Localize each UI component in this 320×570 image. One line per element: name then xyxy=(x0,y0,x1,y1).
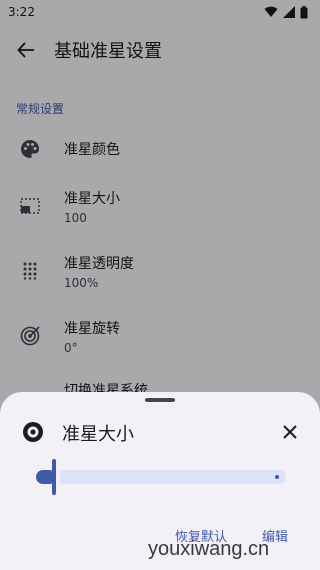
watermark-text: youxiwang.cn xyxy=(148,538,270,560)
slider-stop-indicator xyxy=(275,475,279,479)
slider-thumb[interactable] xyxy=(52,459,56,495)
drag-handle[interactable] xyxy=(145,398,175,402)
target-icon xyxy=(23,422,43,442)
slider-inactive-track xyxy=(60,470,286,484)
close-icon xyxy=(283,425,297,439)
slider-active-track xyxy=(36,470,52,484)
close-button[interactable] xyxy=(276,418,304,446)
size-slider[interactable] xyxy=(30,458,290,496)
sheet-title: 准星大小 xyxy=(62,424,134,445)
